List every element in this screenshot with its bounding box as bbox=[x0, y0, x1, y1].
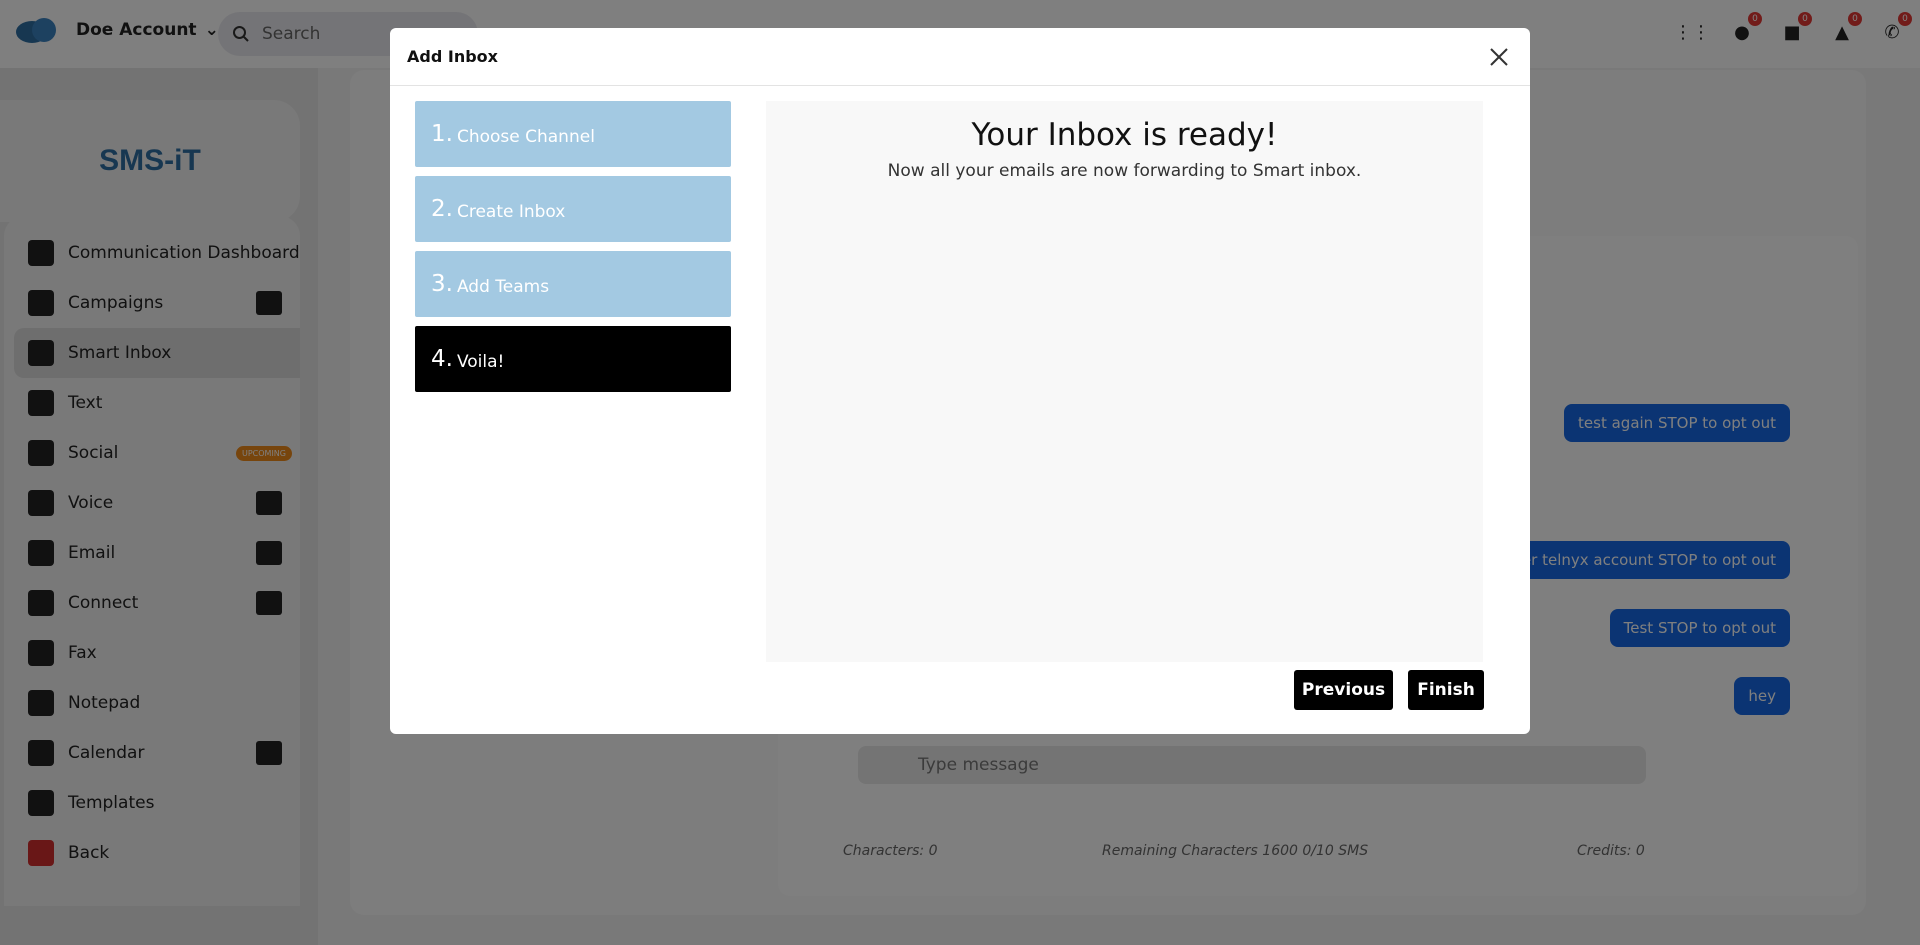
modal-header: Add Inbox bbox=[390, 28, 1530, 86]
step-label: Create Inbox bbox=[456, 202, 566, 222]
step-choose-channel[interactable]: 1. Choose Channel bbox=[415, 101, 731, 167]
step-number: 1. bbox=[431, 121, 453, 147]
step-label: Voila! bbox=[456, 352, 505, 372]
wizard-steps: 1. Choose Channel 2. Create Inbox 3. Add… bbox=[415, 101, 731, 401]
content-subtitle: Now all your emails are now forwarding t… bbox=[887, 161, 1362, 181]
content-panel: Your Inbox is ready! Now all your emails… bbox=[766, 101, 1483, 662]
step-number: 4. bbox=[431, 346, 453, 372]
step-label: Add Teams bbox=[456, 277, 550, 297]
finish-button[interactable]: Finish bbox=[1408, 670, 1484, 710]
add-inbox-modal: Add Inbox 1. Choose Channel 2. Create In… bbox=[390, 28, 1530, 734]
close-icon bbox=[1490, 47, 1508, 66]
step-number: 2. bbox=[431, 196, 453, 222]
step-create-inbox[interactable]: 2. Create Inbox bbox=[415, 176, 731, 242]
content-title: Your Inbox is ready! bbox=[971, 117, 1278, 153]
step-voila[interactable]: 4. Voila! bbox=[415, 326, 731, 392]
previous-button[interactable]: Previous bbox=[1294, 670, 1393, 710]
close-button[interactable] bbox=[1484, 42, 1514, 72]
modal-title: Add Inbox bbox=[407, 47, 498, 66]
step-add-teams[interactable]: 3. Add Teams bbox=[415, 251, 731, 317]
step-label: Choose Channel bbox=[456, 127, 595, 147]
step-number: 3. bbox=[431, 271, 453, 297]
